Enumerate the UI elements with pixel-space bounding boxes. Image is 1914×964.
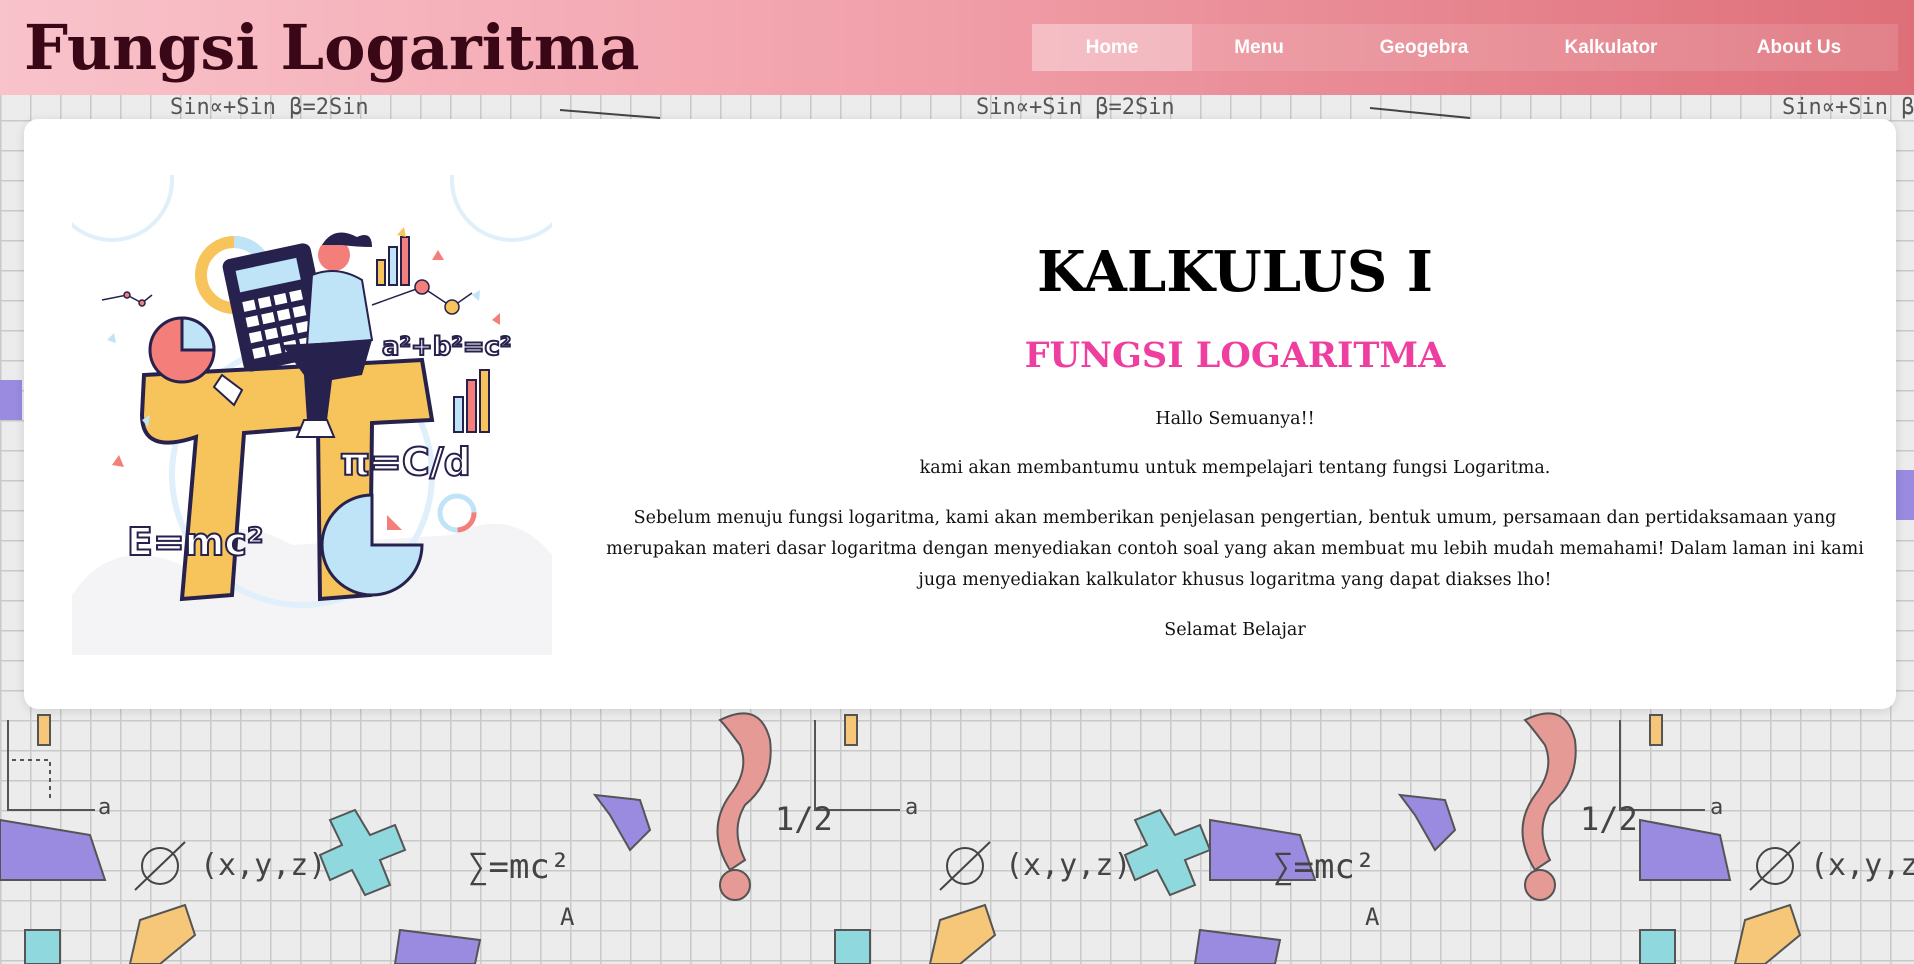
intro-text-section: KALKULUS I FUNGSI LOGARITMA Hallo Semuan…	[574, 119, 1896, 709]
doodle-axis	[7, 720, 1705, 811]
pie-chart-icon	[148, 316, 216, 384]
topic-heading: FUNGSI LOGARITMA	[1024, 335, 1446, 376]
intro-text: kami akan membantumu untuk mempelajari t…	[919, 458, 1551, 478]
svg-text:a: a	[98, 795, 111, 820]
site-title: Fungsi Logaritma	[24, 11, 640, 84]
course-heading: KALKULUS I	[1036, 239, 1434, 305]
svg-text:E=mc²: E=mc²	[127, 520, 264, 564]
math-illustration: a²+b²=c² π=C/d E=mc²	[72, 175, 552, 655]
svg-text:(x,y,z): (x,y,z)	[1005, 848, 1131, 883]
svg-text:a: a	[1710, 795, 1723, 820]
svg-text:a: a	[905, 795, 918, 820]
doodle-cyan-cross	[24, 808, 1676, 964]
intro-card: a²+b²=c² π=C/d E=mc² KALKULUS I FUNGSI L…	[24, 119, 1896, 709]
svg-text:A: A	[1365, 903, 1380, 931]
svg-text:Sin∝+Sin β=2Sin: Sin∝+Sin β=2Sin	[1782, 95, 1914, 120]
doodle-triangle	[559, 107, 1471, 119]
nav-menu[interactable]: Menu	[1192, 24, 1326, 71]
svg-text:1/2: 1/2	[775, 800, 833, 838]
svg-text:A: A	[560, 903, 575, 931]
main-nav: Home Menu Geogebra Kalkulator About Us	[1032, 24, 1898, 71]
description-text: Sebelum menuju fungsi logaritma, kami ak…	[606, 508, 1864, 590]
doodle-text-labels: a a a (x,y,z) (x,y,z) (x,y,z) ∑=mc² ∑=mc…	[98, 795, 1914, 931]
nav-about-us[interactable]: About Us	[1700, 24, 1898, 71]
svg-text:π=C/d: π=C/d	[340, 440, 471, 484]
svg-text:a²+b²=c²: a²+b²=c²	[382, 332, 511, 362]
nav-home[interactable]: Home	[1032, 24, 1192, 71]
svg-text:(x,y,z): (x,y,z)	[200, 848, 326, 883]
doodle-pink-question	[716, 712, 1577, 901]
greeting-text: Hallo Semuanya!!	[1155, 409, 1315, 429]
svg-text:∑=mc²: ∑=mc²	[468, 847, 570, 887]
closing-text: Selamat Belajar	[1164, 620, 1306, 640]
site-header: Fungsi Logaritma Home Menu Geogebra Kalk…	[0, 0, 1914, 95]
nav-geogebra[interactable]: Geogebra	[1326, 24, 1522, 71]
svg-text:(x,y,z): (x,y,z)	[1810, 848, 1914, 883]
doodle-empty-set	[134, 841, 1801, 891]
svg-text:Sin∝+Sin β=2Sin: Sin∝+Sin β=2Sin	[170, 95, 369, 120]
svg-text:∑=mc²: ∑=mc²	[1273, 847, 1375, 887]
doodle-formula-sin: Sin∝+Sin β=2Sin Sin∝+Sin β=2Sin Sin∝+Sin…	[170, 95, 1914, 120]
doodle-yellow-shapes	[37, 714, 1802, 964]
svg-text:1/2: 1/2	[1580, 800, 1638, 838]
nav-kalkulator[interactable]: Kalkulator	[1522, 24, 1700, 71]
svg-text:Sin∝+Sin β=2Sin: Sin∝+Sin β=2Sin	[976, 95, 1175, 120]
